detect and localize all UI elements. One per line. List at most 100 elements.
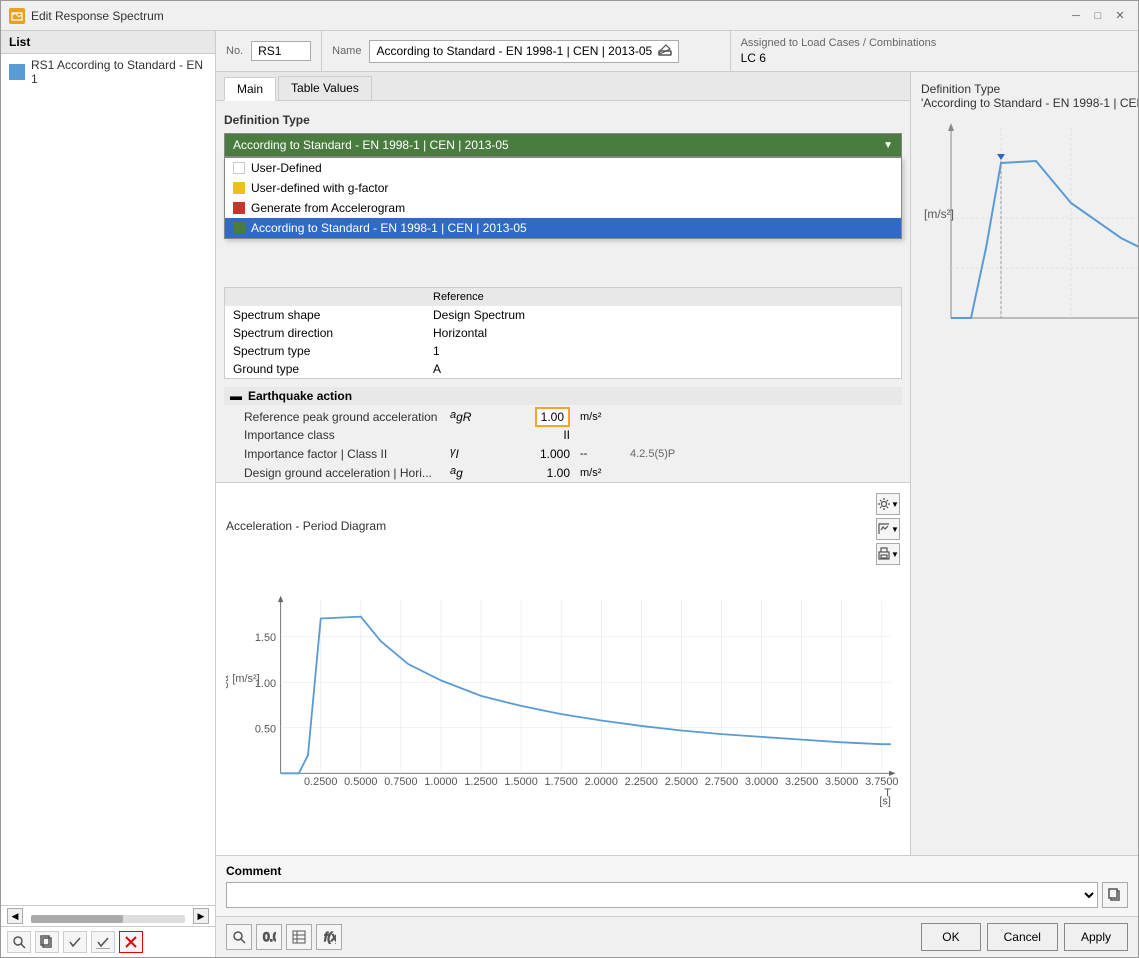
- scrollbar-thumb[interactable]: [31, 915, 123, 923]
- left-panel: List RS1 According to Standard - EN 1 ◀ …: [1, 31, 216, 957]
- col-property: [225, 288, 425, 306]
- earthquake-row: Importance factor | Class II γI 1.000 --…: [224, 444, 902, 463]
- params-content: Definition Type According to Standard - …: [216, 101, 910, 482]
- eq-value: II: [494, 426, 574, 444]
- comment-dropdown[interactable]: [226, 882, 1098, 908]
- eq-unit: --: [574, 444, 624, 463]
- dropdown-item-en1998[interactable]: According to Standard - EN 1998-1 | CEN …: [225, 218, 901, 238]
- cancel-button[interactable]: Cancel: [987, 923, 1058, 951]
- svg-text:f(x): f(x): [324, 930, 336, 944]
- chart-tool-buttons: ▼ ▼ ▼: [876, 493, 900, 565]
- eq-label: Importance class: [224, 426, 444, 444]
- preview-panel: Definition Type 'According to Standard -…: [911, 72, 1138, 855]
- dropdown-item-accelerogram[interactable]: Generate from Accelerogram: [225, 198, 901, 218]
- scrollbar-area: ◀ ▶: [1, 905, 215, 926]
- copy-button[interactable]: [35, 931, 59, 953]
- chart-svg: 0.50 1.00 1.50 Sa [m/s²] 0.2500 0.50: [226, 565, 900, 845]
- edit-name-button[interactable]: [658, 43, 672, 60]
- preview-definition-label: Definition Type 'According to Standard -…: [921, 82, 1138, 110]
- main-content: List RS1 According to Standard - EN 1 ◀ …: [1, 31, 1138, 957]
- tab-main[interactable]: Main: [224, 77, 276, 101]
- x-tick: 2.7500: [705, 776, 738, 788]
- tab-bar: Main Table Values: [216, 72, 910, 101]
- eq-unit: [574, 426, 624, 444]
- eq-symbol: [444, 426, 494, 444]
- delete-button[interactable]: [119, 931, 143, 953]
- eq-symbol: ag: [444, 463, 494, 482]
- assigned-value: LC 6: [741, 51, 1128, 65]
- mini-curve: [951, 161, 1138, 318]
- check-button[interactable]: [63, 931, 87, 953]
- chart-scale-button[interactable]: ▼: [876, 518, 900, 540]
- prop-value: Horizontal: [425, 324, 901, 342]
- dropdown-menu: User-Defined User-defined with g-factor …: [224, 157, 902, 239]
- x-tick: 3.7500: [865, 776, 898, 788]
- table-footer-button[interactable]: [286, 924, 312, 950]
- comment-label: Comment: [226, 864, 1128, 878]
- prop-row: Ground type A: [225, 360, 901, 378]
- scroll-right-button[interactable]: ▶: [193, 908, 209, 924]
- x-tick: 3.2500: [785, 776, 818, 788]
- close-button[interactable]: ✕: [1110, 6, 1130, 26]
- chart-print-button[interactable]: ▼: [876, 543, 900, 565]
- bottom-chart-area: Acceleration - Period Diagram ▼ ▼: [216, 482, 910, 855]
- main-window: Edit Response Spectrum ─ □ ✕ List RS1 Ac…: [0, 0, 1139, 958]
- eq-label: Importance factor | Class II: [224, 444, 444, 463]
- collapse-icon[interactable]: ▬: [230, 389, 242, 403]
- dropdown-arrow-icon: ▼: [891, 525, 899, 534]
- formula-footer-button[interactable]: f(x): [316, 924, 342, 950]
- y-axis-arrow: [278, 596, 283, 602]
- x-tick: 1.2500: [464, 776, 497, 788]
- eq-unit: m/s²: [574, 407, 624, 426]
- value-footer-button[interactable]: 0.00: [256, 924, 282, 950]
- name-value: According to Standard - EN 1998-1 | CEN …: [369, 40, 679, 63]
- eq-value: 1.00: [494, 407, 574, 426]
- prop-label: Spectrum shape: [225, 306, 425, 324]
- tab-table-values[interactable]: Table Values: [278, 76, 372, 100]
- ok-button[interactable]: OK: [921, 923, 980, 951]
- apply-button[interactable]: Apply: [1064, 923, 1128, 951]
- prop-label: Spectrum type: [225, 342, 425, 360]
- no-value: RS1: [251, 41, 311, 61]
- spectrum-table: Reference Spectrum shape Design Spectrum: [225, 288, 901, 378]
- eq-ref: [624, 426, 902, 444]
- check2-button[interactable]: [91, 931, 115, 953]
- earthquake-table: Reference peak ground acceleration agR 1…: [224, 407, 902, 482]
- x-tick: 0.7500: [384, 776, 417, 788]
- assigned-section: Assigned to Load Cases / Combinations LC…: [731, 31, 1138, 71]
- no-label: No.: [226, 45, 243, 57]
- scrollbar-track[interactable]: [31, 915, 185, 923]
- comment-section: Comment: [216, 855, 1138, 916]
- dropdown-item-user-defined[interactable]: User-Defined: [225, 158, 901, 178]
- prop-label: Ground type: [225, 360, 425, 378]
- definition-type-dropdown[interactable]: According to Standard - EN 1998-1 | CEN …: [224, 133, 902, 157]
- x-axis-arrow: [889, 771, 895, 776]
- item-color-box: [233, 182, 245, 194]
- bottom-section: Comment 0: [216, 855, 1138, 957]
- definition-type-header: Definition Type: [224, 113, 902, 127]
- chart-settings-button[interactable]: ▼: [876, 493, 900, 515]
- minimize-button[interactable]: ─: [1066, 6, 1086, 26]
- search-button[interactable]: [7, 931, 31, 953]
- window-controls: ─ □ ✕: [1066, 6, 1130, 26]
- prop-label: Spectrum direction: [225, 324, 425, 342]
- window-icon: [9, 8, 25, 24]
- eq-symbol: agR: [444, 407, 494, 426]
- dropdown-wrapper: According to Standard - EN 1998-1 | CEN …: [224, 133, 902, 157]
- prop-row: Spectrum shape Design Spectrum: [225, 306, 901, 324]
- prop-row: Spectrum direction Horizontal: [225, 324, 901, 342]
- item-color-box: [233, 202, 245, 214]
- mini-chart-container: Sa [m/s²] T [s]: [921, 118, 1138, 845]
- maximize-button[interactable]: □: [1088, 6, 1108, 26]
- x-tick: 2.2500: [625, 776, 658, 788]
- scroll-left-button[interactable]: ◀: [7, 908, 23, 924]
- comment-copy-button[interactable]: [1102, 882, 1128, 908]
- y-axis-unit: [m/s²]: [232, 673, 259, 685]
- y-axis-label: Sa: [226, 675, 231, 689]
- eq-label: Reference peak ground acceleration: [224, 407, 444, 426]
- dropdown-item-user-g-factor[interactable]: User-defined with g-factor: [225, 178, 901, 198]
- name-label: Name: [332, 45, 361, 57]
- search-footer-button[interactable]: [226, 924, 252, 950]
- list-item[interactable]: RS1 According to Standard - EN 1: [1, 54, 215, 90]
- assigned-label: Assigned to Load Cases / Combinations: [741, 37, 1128, 49]
